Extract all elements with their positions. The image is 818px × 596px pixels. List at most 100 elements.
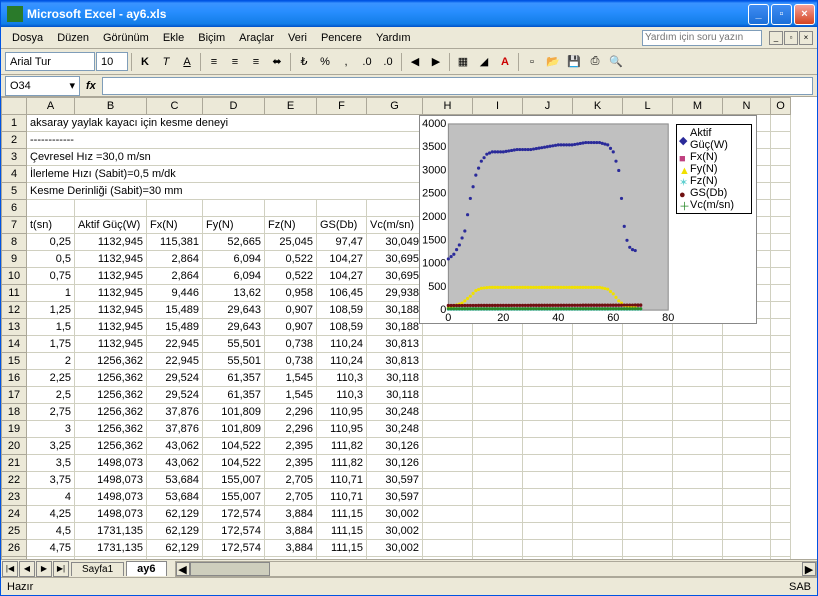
- cell[interactable]: 30,695: [367, 268, 423, 285]
- cell[interactable]: t(sn): [27, 217, 75, 234]
- cell[interactable]: 110,95: [317, 404, 367, 421]
- cell[interactable]: [623, 489, 673, 506]
- cell[interactable]: [573, 472, 623, 489]
- cell[interactable]: 1132,945: [75, 319, 147, 336]
- cell[interactable]: [623, 455, 673, 472]
- row-header[interactable]: 4: [2, 166, 27, 183]
- row-header[interactable]: 6: [2, 200, 27, 217]
- cell[interactable]: [771, 370, 791, 387]
- cell[interactable]: 0,522: [265, 251, 317, 268]
- scroll-thumb[interactable]: [190, 562, 270, 576]
- cell[interactable]: 172,574: [203, 523, 265, 540]
- cell[interactable]: 25,045: [265, 234, 317, 251]
- cell[interactable]: 4,5: [27, 523, 75, 540]
- cell[interactable]: Aktif Güç(W): [75, 217, 147, 234]
- cell[interactable]: [771, 251, 791, 268]
- percent-button[interactable]: %: [315, 52, 335, 72]
- cell[interactable]: 15,489: [147, 302, 203, 319]
- row-header[interactable]: 16: [2, 370, 27, 387]
- cell[interactable]: [523, 489, 573, 506]
- cell[interactable]: [623, 472, 673, 489]
- cell[interactable]: 0,958: [265, 285, 317, 302]
- embedded-chart[interactable]: 05001000150020002500300035004000 0204060…: [419, 115, 757, 324]
- cell[interactable]: 1,5: [27, 319, 75, 336]
- menu-araclar[interactable]: Araçlar: [232, 30, 281, 46]
- cell[interactable]: 110,3: [317, 387, 367, 404]
- menu-duzen[interactable]: Düzen: [50, 30, 96, 46]
- cell[interactable]: 30,813: [367, 336, 423, 353]
- row-header[interactable]: 18: [2, 404, 27, 421]
- cell[interactable]: 0,5: [27, 251, 75, 268]
- cell[interactable]: 1132,945: [75, 234, 147, 251]
- cell[interactable]: [473, 472, 523, 489]
- cell[interactable]: 111,82: [317, 455, 367, 472]
- cell[interactable]: 115,381: [147, 234, 203, 251]
- cell[interactable]: [673, 557, 723, 560]
- cell[interactable]: [523, 506, 573, 523]
- cell[interactable]: [423, 421, 473, 438]
- cell[interactable]: aksaray yaylak kayacı için kesme deneyi: [27, 115, 423, 132]
- cell[interactable]: 2,395: [265, 455, 317, 472]
- cell[interactable]: [523, 421, 573, 438]
- cell[interactable]: 70,527: [147, 557, 203, 560]
- cell[interactable]: 1256,362: [75, 438, 147, 455]
- row-header[interactable]: 17: [2, 387, 27, 404]
- cell[interactable]: [473, 353, 523, 370]
- col-header-L[interactable]: L: [623, 98, 673, 115]
- cell[interactable]: 1498,073: [75, 489, 147, 506]
- cell[interactable]: 37,876: [147, 421, 203, 438]
- cell[interactable]: 1256,362: [75, 421, 147, 438]
- row-header[interactable]: 9: [2, 251, 27, 268]
- cell[interactable]: 62,129: [147, 540, 203, 557]
- cell[interactable]: [523, 438, 573, 455]
- cell[interactable]: [623, 353, 673, 370]
- preview-button[interactable]: 🔍: [606, 52, 626, 72]
- italic-button[interactable]: T: [156, 52, 176, 72]
- cell[interactable]: 30,188: [367, 319, 423, 336]
- cell[interactable]: 30,118: [367, 387, 423, 404]
- cell[interactable]: 52,665: [203, 234, 265, 251]
- cell[interactable]: [317, 200, 367, 217]
- cell[interactable]: 2,5: [27, 387, 75, 404]
- cell[interactable]: [523, 353, 573, 370]
- cell[interactable]: 4: [27, 489, 75, 506]
- cell[interactable]: 1132,945: [75, 302, 147, 319]
- cell[interactable]: 29,86: [367, 557, 423, 560]
- scroll-right-button[interactable]: ▶: [802, 562, 816, 576]
- cell[interactable]: 62,129: [147, 506, 203, 523]
- cell[interactable]: [573, 540, 623, 557]
- cell[interactable]: 2: [27, 353, 75, 370]
- merge-cells-button[interactable]: ⬌: [267, 52, 287, 72]
- menu-dosya[interactable]: Dosya: [5, 30, 50, 46]
- cell[interactable]: 108,59: [317, 319, 367, 336]
- row-header[interactable]: 23: [2, 489, 27, 506]
- cell[interactable]: 53,684: [147, 472, 203, 489]
- cell[interactable]: [623, 540, 673, 557]
- cell[interactable]: [473, 404, 523, 421]
- cell[interactable]: [523, 557, 573, 560]
- tab-last-button[interactable]: ▶|: [53, 561, 69, 577]
- increase-decimal-button[interactable]: .0: [357, 52, 377, 72]
- cell[interactable]: 110,95: [317, 421, 367, 438]
- cell[interactable]: [423, 336, 473, 353]
- cell[interactable]: 6,094: [203, 251, 265, 268]
- cell[interactable]: [771, 353, 791, 370]
- cell[interactable]: [771, 523, 791, 540]
- cell[interactable]: [423, 540, 473, 557]
- font-color-button[interactable]: A: [495, 52, 515, 72]
- cell[interactable]: 29,524: [147, 370, 203, 387]
- col-header-J[interactable]: J: [523, 98, 573, 115]
- menu-yardim[interactable]: Yardım: [369, 30, 418, 46]
- row-header[interactable]: 12: [2, 302, 27, 319]
- cell[interactable]: 110,24: [317, 353, 367, 370]
- increase-indent-button[interactable]: ▶: [426, 52, 446, 72]
- cell[interactable]: 2,705: [265, 489, 317, 506]
- col-header-D[interactable]: D: [203, 98, 265, 115]
- cell[interactable]: 4,42: [265, 557, 317, 560]
- cell[interactable]: 30,002: [367, 523, 423, 540]
- cell[interactable]: [423, 404, 473, 421]
- cell[interactable]: 1132,945: [75, 251, 147, 268]
- cell[interactable]: [473, 438, 523, 455]
- minimize-button[interactable]: _: [748, 4, 769, 25]
- cell[interactable]: [723, 506, 771, 523]
